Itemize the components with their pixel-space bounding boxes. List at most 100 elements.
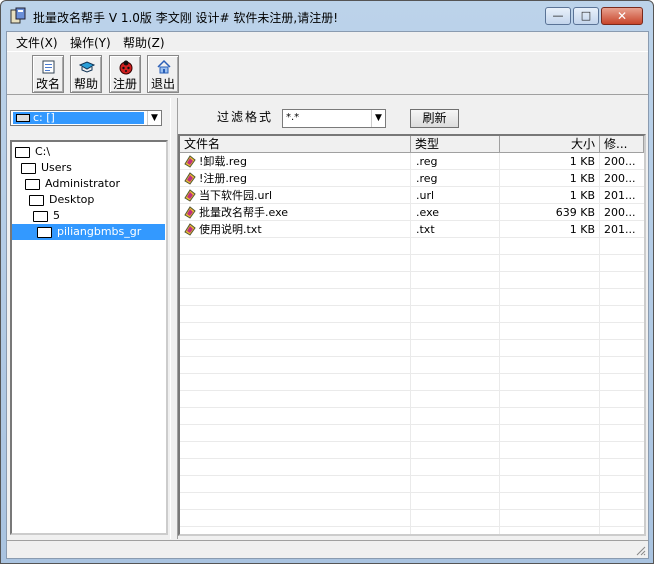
chevron-down-icon[interactable]: ▼ xyxy=(371,110,385,127)
open-folder-icon xyxy=(29,195,44,206)
open-folder-icon xyxy=(15,147,30,158)
help-label: 帮助 xyxy=(73,77,98,91)
menu-file[interactable]: 文件(X) xyxy=(16,34,58,51)
table-row[interactable]: 使用说明.txt .txt 1 KB 201... xyxy=(180,221,644,238)
table-row xyxy=(180,476,644,493)
window-title: 批量改名帮手 V 1.0版 李文刚 设计# 软件未注册,请注册! xyxy=(33,11,339,25)
cell-type: .url xyxy=(416,189,435,202)
tree-item-label: Administrator xyxy=(45,177,120,190)
register-label: 注册 xyxy=(112,77,137,91)
header-modified[interactable]: 修... xyxy=(600,136,644,153)
table-row xyxy=(180,340,644,357)
menu-bar: 文件(X) 操作(Y) 帮助(Z) xyxy=(7,32,648,51)
chevron-down-icon[interactable]: ▼ xyxy=(147,111,161,125)
table-row[interactable]: 当下软件园.url .url 1 KB 201... xyxy=(180,187,644,204)
cell-size: 1 KB xyxy=(569,223,595,236)
table-row xyxy=(180,425,644,442)
resize-grip-icon[interactable] xyxy=(634,544,646,556)
register-ladybug-icon xyxy=(119,60,133,75)
close-button[interactable]: ✕ xyxy=(601,7,643,25)
table-row[interactable]: !注册.reg .reg 1 KB 200... xyxy=(180,170,644,187)
cell-type: .reg xyxy=(416,172,438,185)
drive-label: c: [] xyxy=(33,111,55,124)
rename-icon xyxy=(42,60,55,74)
tree-item-label: piliangbmbs_gr xyxy=(57,225,142,238)
tree-item-selected[interactable]: piliangbmbs_gr xyxy=(12,224,165,240)
maximize-button[interactable]: □ xyxy=(573,7,599,25)
open-folder-icon xyxy=(33,211,48,222)
exit-button[interactable]: 退出 xyxy=(147,55,179,93)
drive-selected: c: [] xyxy=(13,112,144,124)
close-icon: ✕ xyxy=(616,9,628,23)
open-folder-icon xyxy=(21,163,36,174)
table-row[interactable]: !卸载.reg .reg 1 KB 200... xyxy=(180,153,644,170)
exit-house-icon xyxy=(157,59,171,74)
table-row xyxy=(180,442,644,459)
pane-splitter[interactable] xyxy=(170,98,178,539)
exit-label: 退出 xyxy=(150,77,175,91)
menu-operate[interactable]: 操作(Y) xyxy=(70,34,111,51)
tree-item[interactable]: Users xyxy=(21,160,165,176)
table-row xyxy=(180,459,644,476)
client-area: 文件(X) 操作(Y) 帮助(Z) 改名 帮助 注册 退出 c: [] ▼ C:… xyxy=(6,31,649,559)
header-size[interactable]: 大小 xyxy=(500,136,600,153)
maximize-icon: □ xyxy=(580,9,592,22)
open-folder-icon xyxy=(25,179,40,190)
cell-modified: 201... xyxy=(604,223,636,236)
cell-name: !卸载.reg xyxy=(199,155,247,168)
table-row xyxy=(180,493,644,510)
tree-item-label: Desktop xyxy=(49,193,95,206)
table-row xyxy=(180,391,644,408)
table-row xyxy=(180,357,644,374)
table-row xyxy=(180,272,644,289)
file-icon xyxy=(184,155,196,168)
minimize-button[interactable]: — xyxy=(545,7,571,25)
cell-name: !注册.reg xyxy=(199,172,247,185)
rename-label: 改名 xyxy=(35,77,60,91)
cell-size: 1 KB xyxy=(569,172,595,185)
table-row xyxy=(180,408,644,425)
status-bar xyxy=(7,540,648,558)
filter-dropdown[interactable]: *.* ▼ xyxy=(282,109,386,128)
cell-name: 批量改名帮手.exe xyxy=(199,206,289,219)
register-button[interactable]: 注册 xyxy=(109,55,141,93)
help-button[interactable]: 帮助 xyxy=(70,55,102,93)
header-type[interactable]: 类型 xyxy=(411,136,500,153)
file-list[interactable]: 文件名 类型 大小 修... !卸载.reg .reg 1 KB 200... !注册.… xyxy=(178,134,646,536)
cell-modified: 200... xyxy=(604,172,636,185)
tree-item[interactable]: Desktop xyxy=(29,192,165,208)
list-header: 文件名 类型 大小 修... xyxy=(180,136,644,153)
minimize-icon: — xyxy=(552,9,564,22)
menu-help[interactable]: 帮助(Z) xyxy=(123,34,165,51)
table-row[interactable]: 批量改名帮手.exe .exe 639 KB 200... xyxy=(180,204,644,221)
filter-label: 过滤格式 xyxy=(217,110,274,124)
tree-item[interactable]: C:\ xyxy=(15,144,165,160)
cell-type: .reg xyxy=(416,155,438,168)
cell-name: 使用说明.txt xyxy=(199,223,262,236)
table-row xyxy=(180,306,644,323)
folder-tree[interactable]: C:\ Users Administrator Desktop 5 pilian… xyxy=(10,140,168,535)
cell-size: 639 KB xyxy=(555,206,595,219)
drive-icon xyxy=(16,114,30,122)
drive-dropdown[interactable]: c: [] ▼ xyxy=(10,110,162,126)
help-book-icon xyxy=(79,61,95,73)
tree-item-label: Users xyxy=(41,161,72,174)
filter-value: *.* xyxy=(286,112,300,123)
tree-item-label: 5 xyxy=(53,209,60,222)
table-row xyxy=(180,323,644,340)
app-window: 批量改名帮手 V 1.0版 李文刚 设计# 软件未注册,请注册! — □ ✕ 文… xyxy=(0,0,654,564)
table-row xyxy=(180,255,644,272)
rename-button[interactable]: 改名 xyxy=(32,55,64,93)
tree-item[interactable]: Administrator xyxy=(25,176,165,192)
refresh-button[interactable]: 刷新 xyxy=(410,109,459,128)
title-bar[interactable]: 批量改名帮手 V 1.0版 李文刚 设计# 软件未注册,请注册! — □ ✕ xyxy=(1,1,653,31)
header-name[interactable]: 文件名 xyxy=(180,136,411,153)
tree-item[interactable]: 5 xyxy=(33,208,165,224)
cell-modified: 201... xyxy=(604,189,636,202)
table-row xyxy=(180,374,644,391)
file-icon xyxy=(184,189,196,202)
cell-modified: 200... xyxy=(604,155,636,168)
table-row xyxy=(180,238,644,255)
file-icon xyxy=(184,206,196,219)
table-row xyxy=(180,289,644,306)
